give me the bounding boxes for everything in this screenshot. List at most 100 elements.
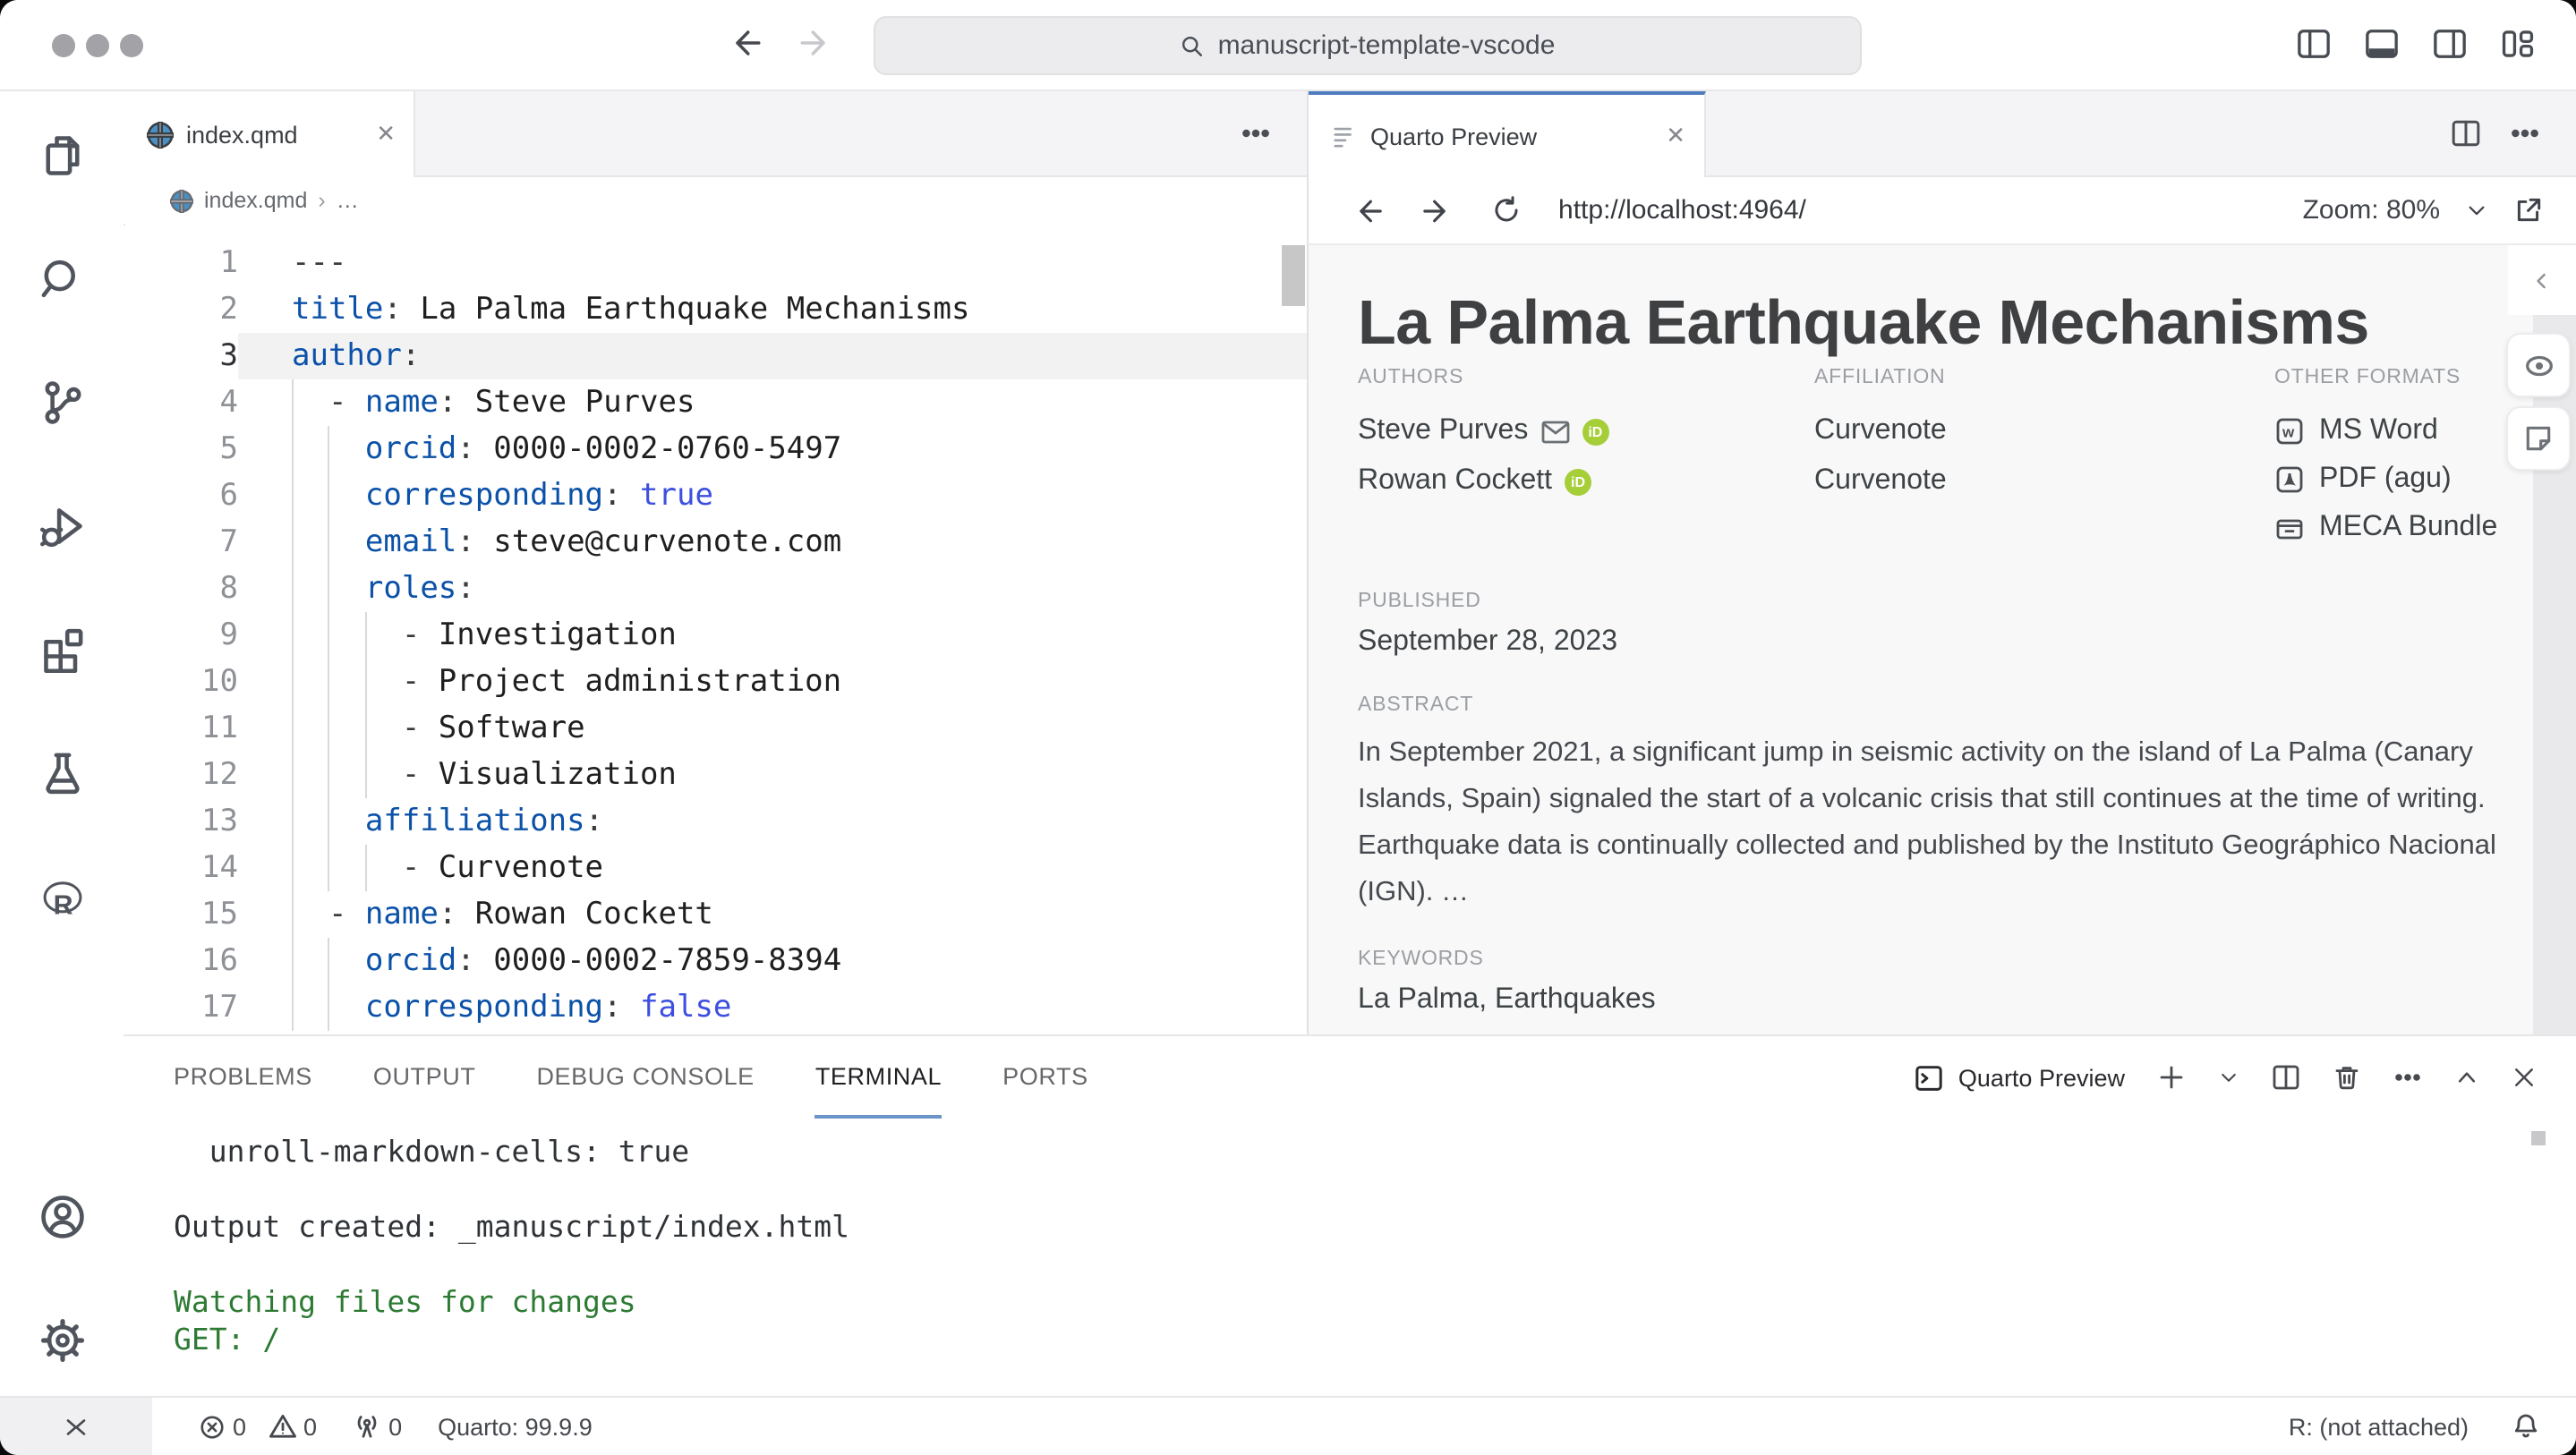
panel-tab-terminal[interactable]: TERMINAL <box>815 1036 942 1119</box>
maximize-panel-icon[interactable] <box>2454 1065 2479 1090</box>
terminal-dropdown-icon[interactable] <box>2218 1067 2239 1088</box>
indent-guide <box>292 472 294 519</box>
terminal-scrollbar[interactable] <box>2531 1131 2546 1145</box>
new-terminal-icon[interactable] <box>2157 1063 2186 1092</box>
extensions-icon[interactable] <box>39 626 86 673</box>
ports-status[interactable]: 0 <box>353 1412 402 1441</box>
window-controls <box>52 34 143 57</box>
command-center-search[interactable]: manuscript-template-vscode <box>874 16 1862 75</box>
toggle-panel-icon[interactable] <box>2363 27 2401 61</box>
indent-guide <box>328 845 330 891</box>
split-editor-icon[interactable] <box>2451 118 2481 149</box>
indent-guide <box>328 659 330 705</box>
terminal-output[interactable]: unroll-markdown-cells: trueOutput create… <box>124 1119 2576 1358</box>
code-line: 2title: La Palma Earthquake Mechanisms <box>124 286 1306 333</box>
breadcrumb-file[interactable]: index.qmd <box>204 188 307 213</box>
zoom-level[interactable]: Zoom: 80% <box>2303 195 2440 225</box>
formats-label: OTHER FORMATS <box>2274 367 2521 388</box>
maximize-window-icon[interactable] <box>120 34 143 57</box>
close-tab-icon[interactable]: ✕ <box>376 120 396 149</box>
search-sidebar-icon[interactable] <box>39 256 86 302</box>
svg-text:w: w <box>2281 423 2294 440</box>
split-terminal-icon[interactable] <box>2272 1063 2300 1092</box>
open-external-icon[interactable] <box>2513 195 2544 225</box>
breadcrumb-more[interactable]: … <box>337 188 359 213</box>
testing-beaker-icon[interactable] <box>39 750 86 796</box>
code-line: 12 - Visualization <box>124 752 1306 798</box>
close-window-icon[interactable] <box>52 34 75 57</box>
problems-status[interactable]: 0 0 <box>199 1412 317 1441</box>
indent-guide <box>292 566 294 612</box>
customize-layout-icon[interactable] <box>2499 27 2537 61</box>
code-editor[interactable]: 1---2title: La Palma Earthquake Mechanis… <box>124 225 1306 1034</box>
archive-format-icon <box>2274 513 2303 541</box>
r-session-status[interactable]: R: (not attached) <box>2289 1413 2469 1440</box>
notifications-bell-icon[interactable] <box>2512 1412 2540 1441</box>
format-link-archive[interactable]: MECA Bundle <box>2274 503 2521 551</box>
visibility-button[interactable] <box>2506 333 2571 397</box>
format-label: MS Word <box>2319 414 2438 447</box>
reload-icon[interactable] <box>1490 195 1521 225</box>
source-control-icon[interactable] <box>39 379 86 426</box>
toggle-sidebar-icon[interactable] <box>2295 27 2333 61</box>
preview-forward-icon[interactable] <box>1420 194 1453 226</box>
more-actions-icon[interactable] <box>2510 118 2540 149</box>
mail-icon[interactable] <box>1540 420 1569 443</box>
history-forward-icon[interactable] <box>798 25 834 61</box>
collapse-sidebar-button[interactable] <box>2508 245 2576 315</box>
close-tab-icon[interactable]: ✕ <box>1666 122 1685 150</box>
orcid-icon[interactable]: iD <box>1582 418 1608 445</box>
indent-guide <box>292 845 294 891</box>
code-line: 14 - Curvenote <box>124 845 1306 891</box>
panel-more-actions-icon[interactable] <box>2393 1063 2422 1092</box>
code-line-content: - Investigation <box>238 612 1306 659</box>
tab-quarto-preview[interactable]: Quarto Preview ✕ <box>1308 91 1705 177</box>
keywords-label: KEYWORDS <box>1358 949 2521 970</box>
panel-tab-problems[interactable]: PROBLEMS <box>174 1036 312 1119</box>
terminal-instance[interactable]: Quarto Preview <box>1914 1062 2125 1093</box>
tab-label: index.qmd <box>186 121 298 148</box>
indent-guide <box>292 659 294 705</box>
explorer-icon[interactable] <box>39 132 86 179</box>
notes-button[interactable] <box>2506 406 2571 471</box>
published-date: September 28, 2023 <box>1358 626 2521 659</box>
settings-gear-icon[interactable] <box>39 1317 86 1364</box>
code-line: 6 corresponding: true <box>124 472 1306 519</box>
editor-scrollbar[interactable] <box>1281 245 1304 306</box>
code-line-content: orcid: 0000-0002-0760-5497 <box>238 426 1306 472</box>
line-number: 7 <box>124 519 238 566</box>
panel-tab-debug-console[interactable]: DEBUG CONSOLE <box>536 1036 754 1119</box>
code-line: 11 - Software <box>124 705 1306 752</box>
breadcrumb[interactable]: index.qmd › … <box>124 177 1306 224</box>
history-back-icon[interactable] <box>727 25 763 61</box>
terminal-shell-icon <box>1914 1062 1944 1093</box>
editor-more-actions-icon[interactable] <box>1240 118 1270 149</box>
kill-terminal-icon[interactable] <box>2333 1063 2361 1092</box>
code-line: 3author: <box>124 333 1306 379</box>
preview-list-icon <box>1331 123 1358 149</box>
remote-indicator[interactable] <box>0 1398 152 1455</box>
close-panel-icon[interactable] <box>2512 1065 2537 1090</box>
run-debug-icon[interactable] <box>39 503 86 549</box>
preview-back-icon[interactable] <box>1351 194 1383 226</box>
quarto-version[interactable]: Quarto: 99.9.9 <box>438 1413 593 1440</box>
panel-tab-ports[interactable]: PORTS <box>1002 1036 1088 1119</box>
line-number: 9 <box>124 612 238 659</box>
toggle-secondary-sidebar-icon[interactable] <box>2431 27 2469 61</box>
account-icon[interactable] <box>39 1194 86 1240</box>
orcid-icon[interactable]: iD <box>1565 468 1591 495</box>
affiliation-row: Curvenote <box>1814 456 2274 506</box>
vscode-window: manuscript-template-vscode <box>0 0 2576 1455</box>
preview-toolbar: http://localhost:4964/ Zoom: 80% <box>1308 177 2576 245</box>
line-number: 5 <box>124 426 238 472</box>
indent-guide <box>365 845 367 891</box>
tab-index-qmd[interactable]: index.qmd ✕ <box>124 91 415 177</box>
format-link-word[interactable]: w MS Word <box>2274 406 2521 455</box>
indent-guide <box>365 752 367 798</box>
code-line-content: corresponding: true <box>238 472 1306 519</box>
minimize-window-icon[interactable] <box>86 34 109 57</box>
panel-tab-output[interactable]: OUTPUT <box>373 1036 476 1119</box>
format-link-pdf[interactable]: PDF (agu) <box>2274 455 2521 503</box>
chevron-down-icon[interactable] <box>2465 199 2488 222</box>
r-language-icon[interactable]: R <box>39 875 86 922</box>
